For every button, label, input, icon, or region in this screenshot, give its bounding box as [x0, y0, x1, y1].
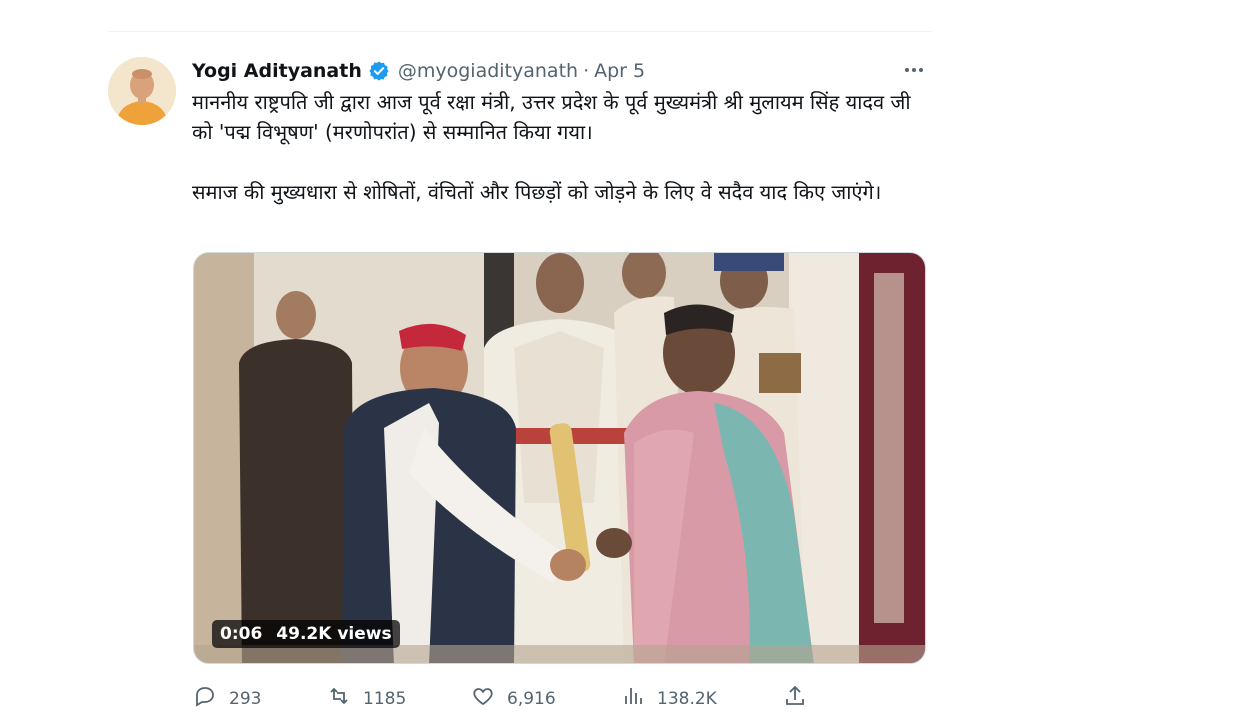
video-frame	[194, 253, 925, 663]
more-icon[interactable]	[900, 58, 928, 82]
author-name[interactable]: Yogi Adityanath	[192, 60, 362, 82]
header-separator: ·	[583, 60, 590, 82]
video-duration: 0:06	[220, 624, 263, 644]
top-divider	[108, 31, 932, 32]
tweet-paragraph-1: माननीय राष्ट्रपति जी द्वारा आज पूर्व रक्…	[192, 90, 911, 144]
author-handle[interactable]: @myogiadityanath	[398, 60, 578, 82]
tweet-header: Yogi Adityanath @myogiadityanath · Apr 5	[192, 57, 932, 85]
video-views: 49.2K views	[276, 624, 392, 644]
verified-badge-icon	[368, 60, 390, 82]
tweet-text: माननीय राष्ट्रपति जी द्वारा आज पूर्व रक्…	[192, 87, 922, 207]
tweet-paragraph-2: समाज की मुख्यधारा से शोषितों, वंचितों और…	[192, 180, 882, 204]
video-player[interactable]: 0:06 49.2K views	[193, 252, 926, 664]
video-overlay: 0:06 49.2K views	[212, 620, 400, 648]
tweet-date[interactable]: Apr 5	[594, 60, 645, 82]
avatar[interactable]	[108, 57, 176, 125]
action-bar: 293 1185 6,916 138.2K	[193, 684, 813, 709]
